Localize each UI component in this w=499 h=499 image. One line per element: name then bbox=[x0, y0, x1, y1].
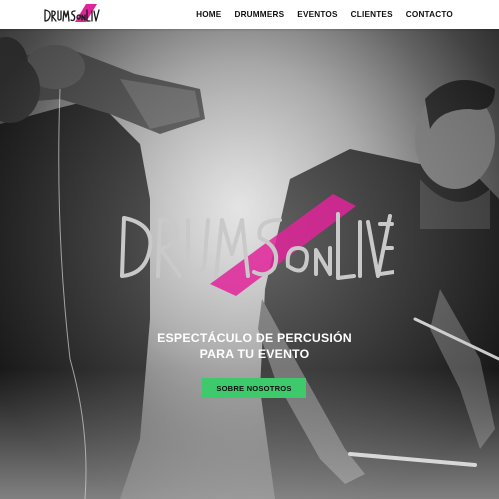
hero-headline-line2: PARA TU EVENTO bbox=[199, 347, 310, 361]
hero-section: ESPECTÁCULO DE PERCUSIÓN PARA TU EVENTO … bbox=[0, 29, 499, 499]
nav-item-home[interactable]: HOME bbox=[196, 10, 221, 19]
nav-item-drummers[interactable]: DRUMMERS bbox=[234, 10, 284, 19]
brand-logo[interactable] bbox=[42, 2, 102, 26]
hero-logo bbox=[120, 194, 394, 296]
site-header: HOME DRUMMERS EVENTOS CLIENTES CONTACTO bbox=[0, 0, 499, 29]
page: HOME DRUMMERS EVENTOS CLIENTES CONTACTO bbox=[0, 0, 499, 499]
main-nav: HOME DRUMMERS EVENTOS CLIENTES CONTACTO bbox=[196, 0, 453, 29]
nav-item-eventos[interactable]: EVENTOS bbox=[297, 10, 337, 19]
nav-item-clientes[interactable]: CLIENTES bbox=[351, 10, 393, 19]
hero-headline-line1: ESPECTÁCULO DE PERCUSIÓN bbox=[157, 331, 352, 345]
hero-headline: ESPECTÁCULO DE PERCUSIÓN PARA TU EVENTO bbox=[0, 330, 499, 362]
nav-item-contacto[interactable]: CONTACTO bbox=[406, 10, 453, 19]
about-us-button[interactable]: SOBRE NOSOTROS bbox=[202, 378, 306, 398]
